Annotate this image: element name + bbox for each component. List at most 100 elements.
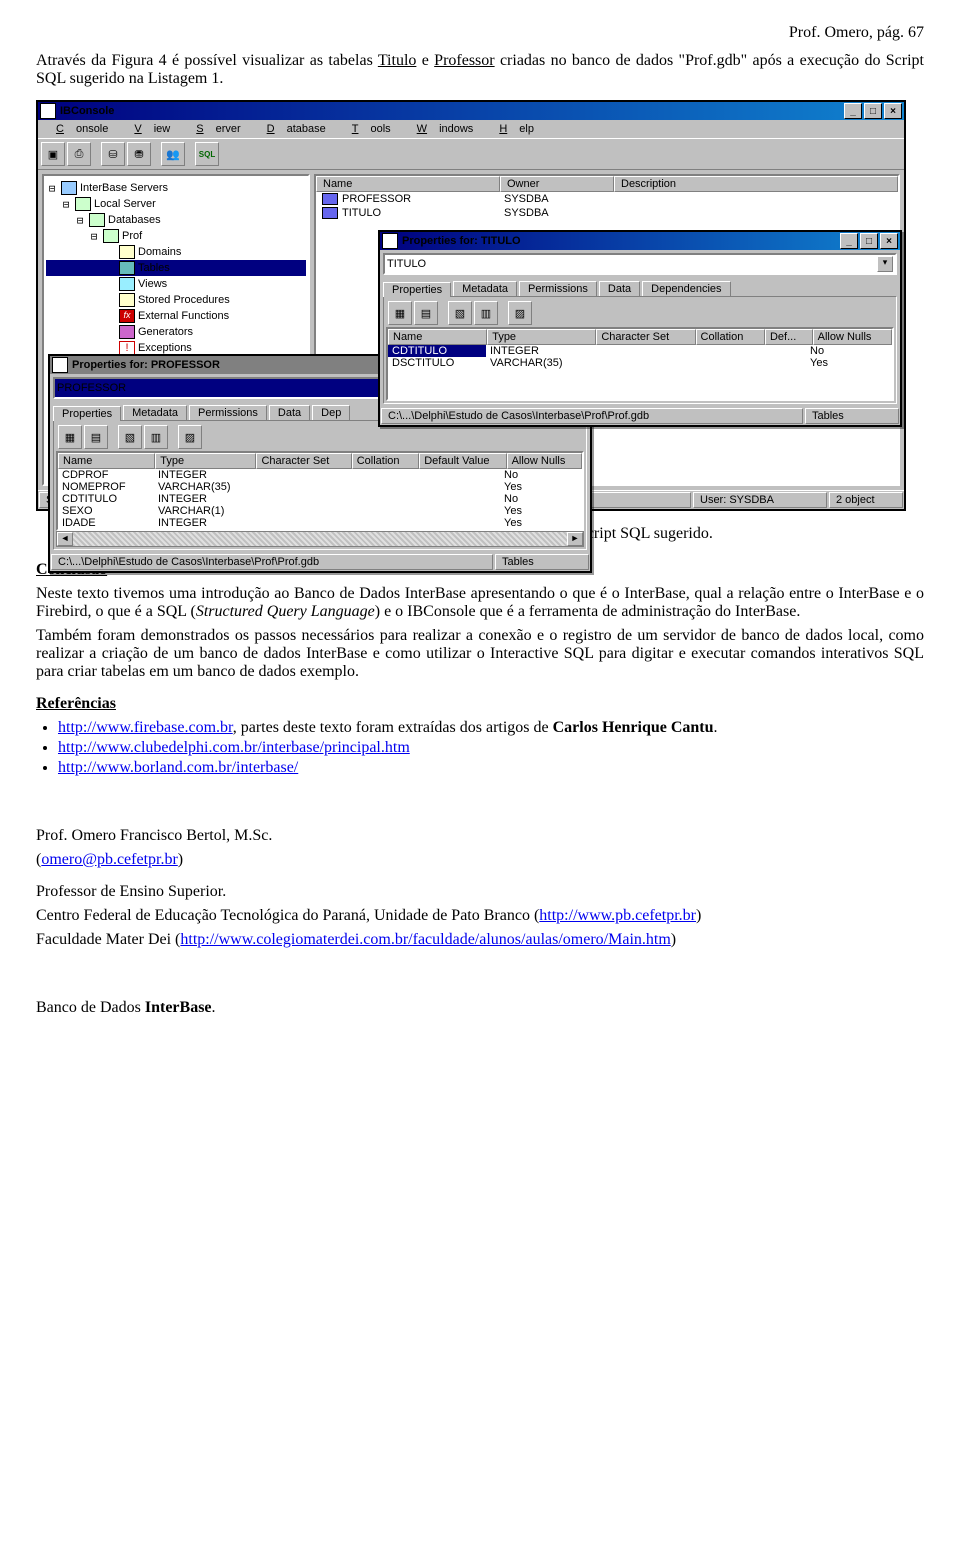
tool-icon[interactable]: ▨ — [178, 425, 202, 449]
tab-dependencies[interactable]: Dependencies — [642, 281, 730, 296]
menu-database[interactable]: Database — [255, 122, 338, 136]
col-charset[interactable]: Character Set — [256, 453, 351, 469]
tab-properties[interactable]: Properties — [53, 406, 121, 421]
col-name[interactable]: Name — [388, 329, 487, 345]
tab-permissions[interactable]: Permissions — [519, 281, 597, 296]
reference-item: http://www.clubedelphi.com.br/interbase/… — [58, 739, 924, 757]
tool-icon[interactable]: ▨ — [508, 301, 532, 325]
col-description[interactable]: Description — [614, 176, 898, 192]
chevron-down-icon[interactable]: ▾ — [877, 256, 893, 272]
col-collation[interactable]: Collation — [352, 453, 420, 469]
table-row[interactable]: CDPROFINTEGERNo — [58, 469, 582, 481]
table-row[interactable]: CDTITULOINTEGERNo — [388, 345, 892, 357]
server-icon[interactable]: ▣ — [41, 142, 65, 166]
tab-data[interactable]: Data — [599, 281, 640, 296]
close-button[interactable]: × — [884, 103, 902, 119]
tool-icon[interactable]: ▥ — [474, 301, 498, 325]
tree-views[interactable]: Views — [46, 276, 306, 292]
menu-view[interactable]: View — [122, 122, 182, 136]
tool-icon[interactable]: ▧ — [448, 301, 472, 325]
status-context: Tables — [805, 408, 899, 424]
col-allow-nulls[interactable]: Allow Nulls — [813, 329, 892, 345]
sql-icon[interactable]: SQL — [195, 142, 219, 166]
tab-metadata[interactable]: Metadata — [453, 281, 517, 296]
affiliation-link[interactable]: http://www.pb.cefetpr.br — [539, 907, 696, 924]
intro-professor: Professor — [434, 52, 494, 69]
tab-data[interactable]: Data — [269, 405, 310, 420]
table-row[interactable]: IDADEINTEGERYes — [58, 517, 582, 529]
table-row[interactable]: SEXOVARCHAR(1)Yes — [58, 505, 582, 517]
titulo-titlebar[interactable]: Properties for: TITULO _ □ × — [380, 232, 900, 250]
tree-databases[interactable]: ⊟Databases — [46, 212, 306, 228]
tool-icon[interactable]: ▤ — [84, 425, 108, 449]
table-row[interactable]: DSCTITULOVARCHAR(35)Yes — [388, 357, 892, 369]
minimize-button[interactable]: _ — [840, 233, 858, 249]
minimize-button[interactable]: _ — [844, 103, 862, 119]
properties-titulo-window[interactable]: Properties for: TITULO _ □ × TITULO ▾ Pr… — [378, 230, 902, 427]
reference-link[interactable]: http://www.firebase.com.br — [58, 719, 233, 736]
status-count: 2 object — [829, 492, 903, 508]
table-row[interactable]: NOMEPROFVARCHAR(35)Yes — [58, 481, 582, 493]
col-name[interactable]: Name — [58, 453, 155, 469]
col-owner[interactable]: Owner — [500, 176, 614, 192]
tab-metadata[interactable]: Metadata — [123, 405, 187, 420]
users-icon[interactable]: 👥 — [161, 142, 185, 166]
references-heading: Referências — [36, 695, 924, 713]
list-item[interactable]: TITULO SYSDBA — [316, 206, 898, 220]
list-item[interactable]: PROFESSOR SYSDBA — [316, 192, 898, 206]
disconnect-icon[interactable]: ⛃ — [127, 142, 151, 166]
login-icon[interactable]: ⎙ — [67, 142, 91, 166]
reference-link[interactable]: http://www.clubedelphi.com.br/interbase/… — [58, 739, 410, 756]
window-icon — [52, 357, 68, 373]
col-charset[interactable]: Character Set — [596, 329, 695, 345]
tree-prof[interactable]: ⊟Prof — [46, 228, 306, 244]
maximize-button[interactable]: □ — [860, 233, 878, 249]
col-type[interactable]: Type — [487, 329, 596, 345]
status-user: User: SYSDBA — [693, 492, 827, 508]
col-type[interactable]: Type — [155, 453, 256, 469]
page-header: Prof. Omero, pág. 67 — [36, 24, 924, 42]
menu-server[interactable]: Server — [184, 122, 252, 136]
maximize-button[interactable]: □ — [864, 103, 882, 119]
email-link[interactable]: omero@pb.cefetpr.br — [41, 851, 177, 868]
table-select-dropdown[interactable]: TITULO ▾ — [383, 253, 897, 275]
tab-dependencies[interactable]: Dep — [312, 405, 350, 420]
menu-help[interactable]: Help — [487, 122, 546, 136]
ibconsole-titlebar[interactable]: IBConsole _ □ × — [38, 102, 904, 120]
menu-windows[interactable]: Windows — [405, 122, 486, 136]
tool-icon[interactable]: ▤ — [414, 301, 438, 325]
affiliation-link[interactable]: http://www.colegiomaterdei.com.br/faculd… — [180, 931, 670, 948]
col-default[interactable]: Def... — [765, 329, 813, 345]
table-row[interactable]: CDTITULOINTEGERNo — [58, 493, 582, 505]
col-name[interactable]: Name — [316, 176, 500, 192]
reference-link[interactable]: http://www.borland.com.br/interbase/ — [58, 759, 298, 776]
tree-external-functions[interactable]: fxExternal Functions — [46, 308, 306, 324]
menu-tools[interactable]: Tools — [340, 122, 403, 136]
horizontal-scrollbar[interactable]: ◄► — [56, 531, 584, 547]
tool-icon[interactable]: ▦ — [58, 425, 82, 449]
tree-stored-procedures[interactable]: Stored Procedures — [46, 292, 306, 308]
status-context: Tables — [495, 554, 589, 570]
tab-properties[interactable]: Properties — [383, 282, 451, 297]
col-collation[interactable]: Collation — [696, 329, 765, 345]
close-button[interactable]: × — [880, 233, 898, 249]
tool-icon[interactable]: ▧ — [118, 425, 142, 449]
tree-domains[interactable]: Domains — [46, 244, 306, 260]
col-default[interactable]: Default Value — [419, 453, 506, 469]
tree-generators[interactable]: Generators — [46, 324, 306, 340]
professor-columns-grid[interactable]: Name Type Character Set Collation Defaul… — [56, 451, 584, 531]
tool-icon[interactable]: ▦ — [388, 301, 412, 325]
titulo-columns-grid[interactable]: Name Type Character Set Collation Def...… — [386, 327, 894, 401]
tree-local-server[interactable]: ⊟Local Server — [46, 196, 306, 212]
database-icon[interactable]: ⛁ — [101, 142, 125, 166]
tool-icon[interactable]: ▥ — [144, 425, 168, 449]
figure-4-screenshot: IBConsole _ □ × Console View Server Data… — [36, 100, 924, 511]
tree-tables[interactable]: Tables — [46, 260, 306, 276]
tree-interbase-servers[interactable]: ⊟InterBase Servers — [46, 180, 306, 196]
tab-permissions[interactable]: Permissions — [189, 405, 267, 420]
reference-item: http://www.firebase.com.br, partes deste… — [58, 719, 924, 737]
status-path: C:\...\Delphi\Estudo de Casos\Interbase\… — [51, 554, 493, 570]
menu-console[interactable]: Console — [44, 122, 120, 136]
col-allow-nulls[interactable]: Allow Nulls — [507, 453, 582, 469]
author-email: (omero@pb.cefetpr.br) — [36, 851, 924, 869]
